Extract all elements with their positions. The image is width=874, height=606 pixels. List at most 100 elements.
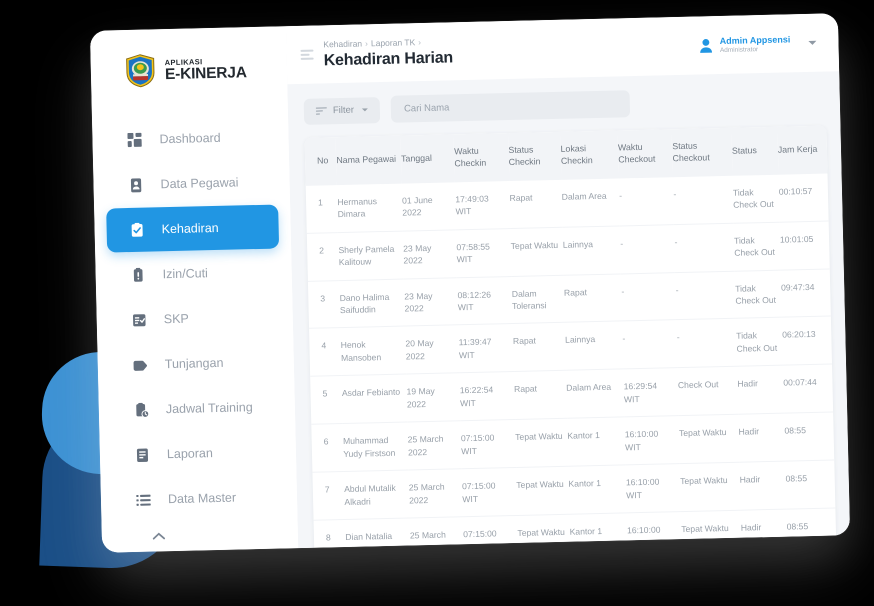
cell-no: 3 <box>307 280 341 329</box>
sidebar-item-label: Dashboard <box>159 130 221 147</box>
cell-waktu-checkin: 17:49:03 WIT <box>454 180 511 230</box>
column-header-jam-kerja[interactable]: Jam Kerja <box>777 125 828 175</box>
sidebar: APLIKASI E-KINERJA Dashboard Data Pegawa… <box>89 26 299 553</box>
user-menu[interactable]: Admin Appsensi Administrator <box>700 33 817 55</box>
screenshot-stage: APLIKASI E-KINERJA Dashboard Data Pegawa… <box>0 0 874 606</box>
sidebar-item-label: Kehadiran <box>161 220 219 237</box>
cell-lokasi-checkin: Rapat <box>563 273 623 323</box>
sidebar-item-jadwal-training[interactable]: Jadwal Training <box>110 384 283 432</box>
cell-waktu-checkout: 16:10:00 WIT <box>625 463 681 513</box>
sidebar-item-label: Data Pegawai <box>160 175 239 192</box>
cell-status-checkout: - <box>676 318 737 369</box>
cell-waktu-checkout: 16:10:00 WIT <box>624 415 680 466</box>
cell-nama: Abdul Mutalik Alkadri <box>343 470 410 520</box>
chevron-down-icon <box>361 108 369 112</box>
cell-nama: Sherly Pamela Kalitouw <box>338 230 404 281</box>
grid-icon <box>126 131 143 148</box>
chevron-up-icon <box>152 527 166 545</box>
cell-waktu-checkout: - <box>622 320 678 370</box>
sidebar-item-dashboard[interactable]: Dashboard <box>104 115 277 163</box>
column-header-waktu-checkin[interactable]: Waktu Checkin <box>453 133 510 183</box>
search-input[interactable] <box>390 90 631 123</box>
column-header-status[interactable]: Status <box>731 126 779 176</box>
column-header-status-checkout[interactable]: Status Checkout <box>671 127 733 177</box>
tag-icon <box>132 356 149 373</box>
cell-no: 6 <box>311 423 344 473</box>
breadcrumb-separator-trailing: › <box>418 36 422 47</box>
id-card-icon <box>127 176 144 193</box>
cell-tanggal: 01 June 2022 <box>401 182 457 231</box>
cell-waktu-checkin: 07:58:55 WIT <box>456 228 512 278</box>
column-header-nama-pegawai[interactable]: Nama Pegawai <box>335 135 402 185</box>
filter-icon <box>315 106 327 115</box>
cell-jam-kerja: 08:55 <box>784 412 835 462</box>
column-header-no[interactable]: No <box>304 137 337 186</box>
sidebar-item-kehadiran[interactable]: Kehadiran <box>106 204 280 253</box>
cell-nama: Asdar Febianto <box>341 374 408 424</box>
cell-nama: Dano Halima Saifuddin <box>339 278 406 329</box>
cell-no: 4 <box>309 328 342 377</box>
cell-nama: Henok Mansoben <box>340 326 407 376</box>
cell-waktu-checkout: 16:10:00 WIT <box>626 511 682 549</box>
cell-status: Hadir <box>740 509 788 549</box>
cell-jam-kerja: 08:55 <box>786 508 837 549</box>
cell-waktu-checkin: 08:12:26 WIT <box>457 276 513 326</box>
clipboard-check-icon <box>128 221 145 238</box>
breadcrumb-separator: › <box>364 37 369 48</box>
cell-no: 7 <box>312 471 345 521</box>
cell-waktu-checkout: - <box>619 224 676 274</box>
filter-button[interactable]: Filter <box>303 96 381 125</box>
chevron-down-icon[interactable] <box>808 40 817 45</box>
cell-status-checkin: Dalam Toleransi <box>511 274 565 324</box>
document-icon <box>134 446 151 463</box>
sidebar-item-data-pegawai[interactable]: Data Pegawai <box>105 160 278 208</box>
user-avatar-icon <box>700 38 713 53</box>
sidebar-item-izin-cuti[interactable]: Izin/Cuti <box>107 249 280 297</box>
user-name: Admin Appsensi <box>719 33 791 46</box>
column-header-status-checkin[interactable]: Status Checkin <box>508 131 562 181</box>
cell-tanggal: 20 May 2022 <box>405 325 460 375</box>
cell-no: 1 <box>305 184 339 233</box>
cell-tanggal: 23 May 2022 <box>403 277 459 327</box>
cell-lokasi-checkin: Lainnya <box>562 225 621 275</box>
column-header-tanggal[interactable]: Tanggal <box>400 134 455 184</box>
cell-status: Tidak Check Out <box>734 269 782 319</box>
cell-status-checkout: Tepat Waktu <box>679 462 741 512</box>
cell-status-checkout: - <box>672 175 734 225</box>
sidebar-item-label: SKP <box>163 311 189 327</box>
cell-lokasi-checkin: Kantor 1 <box>568 465 627 515</box>
table-body: 1 Hermanus Dimara 01 June 2022 17:49:03 … <box>305 173 837 549</box>
cell-tanggal: 25 March 2022 <box>407 421 462 471</box>
sidebar-item-data-master[interactable]: Data Master <box>113 474 286 522</box>
provincial-emblem-logo <box>125 53 157 88</box>
sidebar-item-laporan[interactable]: Laporan <box>111 429 284 477</box>
column-header-lokasi-checkin[interactable]: Lokasi Checkin <box>560 130 619 180</box>
breadcrumb-item-laporan-tk[interactable]: Laporan TK <box>371 37 415 48</box>
sidebar-item-label: Data Master <box>167 490 237 507</box>
cell-status-checkin: Tepat Waktu <box>514 418 569 468</box>
cell-status-checkin: Rapat <box>509 179 563 229</box>
column-header-waktu-checkout[interactable]: Waktu Checkout <box>617 129 673 179</box>
app-window-card: APLIKASI E-KINERJA Dashboard Data Pegawa… <box>89 13 851 553</box>
cell-lokasi-checkin: Lainnya <box>564 321 624 371</box>
cell-waktu-checkout: - <box>620 272 677 322</box>
filter-button-label: Filter <box>332 104 355 117</box>
sidebar-item-skp[interactable]: SKP <box>108 294 281 342</box>
cell-waktu-checkout: - <box>618 176 675 226</box>
cell-jam-kerja: 00:07:44 <box>782 364 834 414</box>
cell-status: Tidak Check Out <box>732 174 780 223</box>
sidebar-collapse-toggle[interactable] <box>114 524 286 546</box>
cell-lokasi-checkin: Kantor 1 <box>569 512 628 549</box>
sidebar-item-label: Jadwal Training <box>165 400 253 417</box>
cell-lokasi-checkin: Dalam Area <box>561 178 620 227</box>
list-check-icon <box>131 311 148 328</box>
sidebar-item-tunjangan[interactable]: Tunjangan <box>109 339 282 387</box>
hamburger-icon[interactable] <box>300 49 314 60</box>
toolbar: Filter <box>303 86 826 125</box>
sidebar-item-label: Tunjangan <box>164 355 224 372</box>
cell-status-checkout: - <box>674 222 735 273</box>
content-area: Filter No <box>287 71 850 549</box>
cell-tanggal: 25 March 2022 <box>409 516 464 549</box>
cell-status-checkout: Check Out <box>677 366 739 416</box>
breadcrumb-item-kehadiran[interactable]: Kehadiran <box>323 38 362 49</box>
